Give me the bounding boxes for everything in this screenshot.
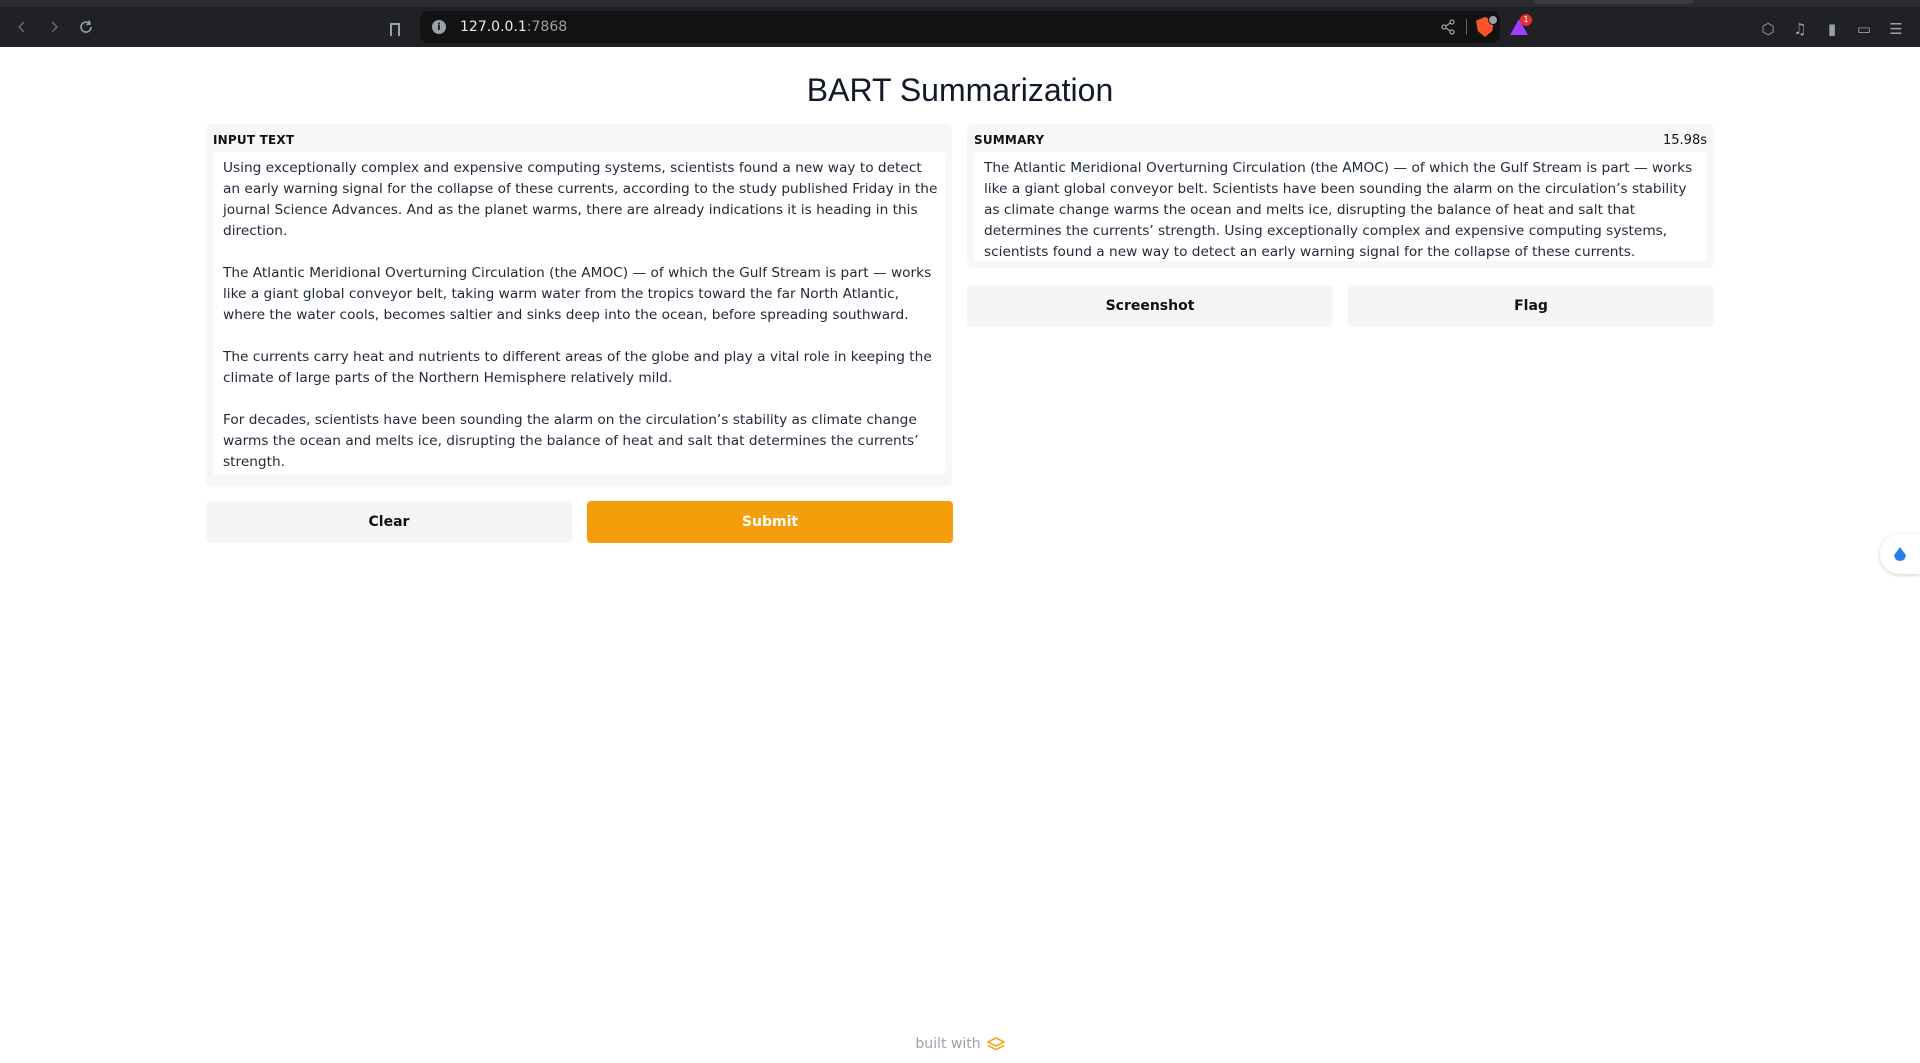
flag-button[interactable]: Flag (1348, 285, 1714, 327)
page-title: BART Summarization (806, 72, 1114, 108)
bookmark-icon[interactable] (390, 23, 400, 36)
input-paragraph-4: For decades, scientists have been soundi… (223, 412, 919, 470)
wallet-icon[interactable]: ▭ (1856, 21, 1872, 37)
input-textarea[interactable]: Using exceptionally complex and expensiv… (213, 152, 945, 475)
droplet-icon (1894, 547, 1906, 561)
url-text[interactable]: 127.0.0.1:7868 (460, 19, 567, 35)
built-with-text[interactable]: built with (915, 1036, 980, 1052)
back-icon[interactable] (8, 13, 36, 41)
input-paragraph-1: Using exceptionally complex and expensiv… (223, 160, 938, 239)
gradio-logo-icon[interactable] (986, 1037, 1005, 1051)
extensions-icon[interactable]: ⬡ (1760, 21, 1776, 37)
summary-text: The Atlantic Meridional Overturning Circ… (984, 160, 1693, 260)
footer: built with (0, 1036, 1920, 1052)
clear-button[interactable]: Clear (206, 501, 572, 543)
summary-textbox[interactable]: The Atlantic Meridional Overturning Circ… (974, 152, 1707, 261)
input-label: Input Text (213, 133, 295, 147)
summary-label: Summary (974, 133, 1045, 147)
input-paragraph-2: The Atlantic Meridional Overturning Circ… (223, 265, 932, 323)
input-panel: Input Text Using exceptionally complex a… (206, 124, 952, 486)
forward-icon[interactable] (40, 13, 68, 41)
url-divider (1466, 19, 1467, 35)
rewards-badge: 1 (1520, 14, 1532, 26)
summary-panel: Summary 15.98s The Atlantic Meridional O… (967, 124, 1714, 268)
screenshot-button[interactable]: Screenshot (967, 285, 1333, 327)
browser-tab[interactable] (1534, 0, 1694, 4)
sidebar-icon[interactable]: ▮ (1824, 21, 1840, 37)
input-paragraph-3: The currents carry heat and nutrients to… (223, 349, 932, 386)
site-info-icon[interactable]: i (432, 20, 446, 34)
url-port: :7868 (526, 19, 568, 35)
floating-assistant-widget[interactable] (1880, 534, 1920, 574)
browser-toolbar: i 127.0.0.1:7868 1 ⬡ ♫ ▮ ▭ ☰ (0, 0, 1920, 47)
share-icon[interactable] (1440, 19, 1456, 35)
menu-icon[interactable]: ☰ (1888, 21, 1904, 37)
elapsed-time: 15.98s (1663, 133, 1707, 148)
media-icon[interactable]: ♫ (1792, 21, 1808, 37)
shields-badge (1488, 15, 1498, 25)
url-host: 127.0.0.1 (460, 19, 527, 35)
address-bar[interactable]: i 127.0.0.1:7868 1 (420, 11, 1532, 43)
submit-button[interactable]: Submit (587, 501, 953, 543)
reload-icon[interactable] (72, 13, 100, 41)
